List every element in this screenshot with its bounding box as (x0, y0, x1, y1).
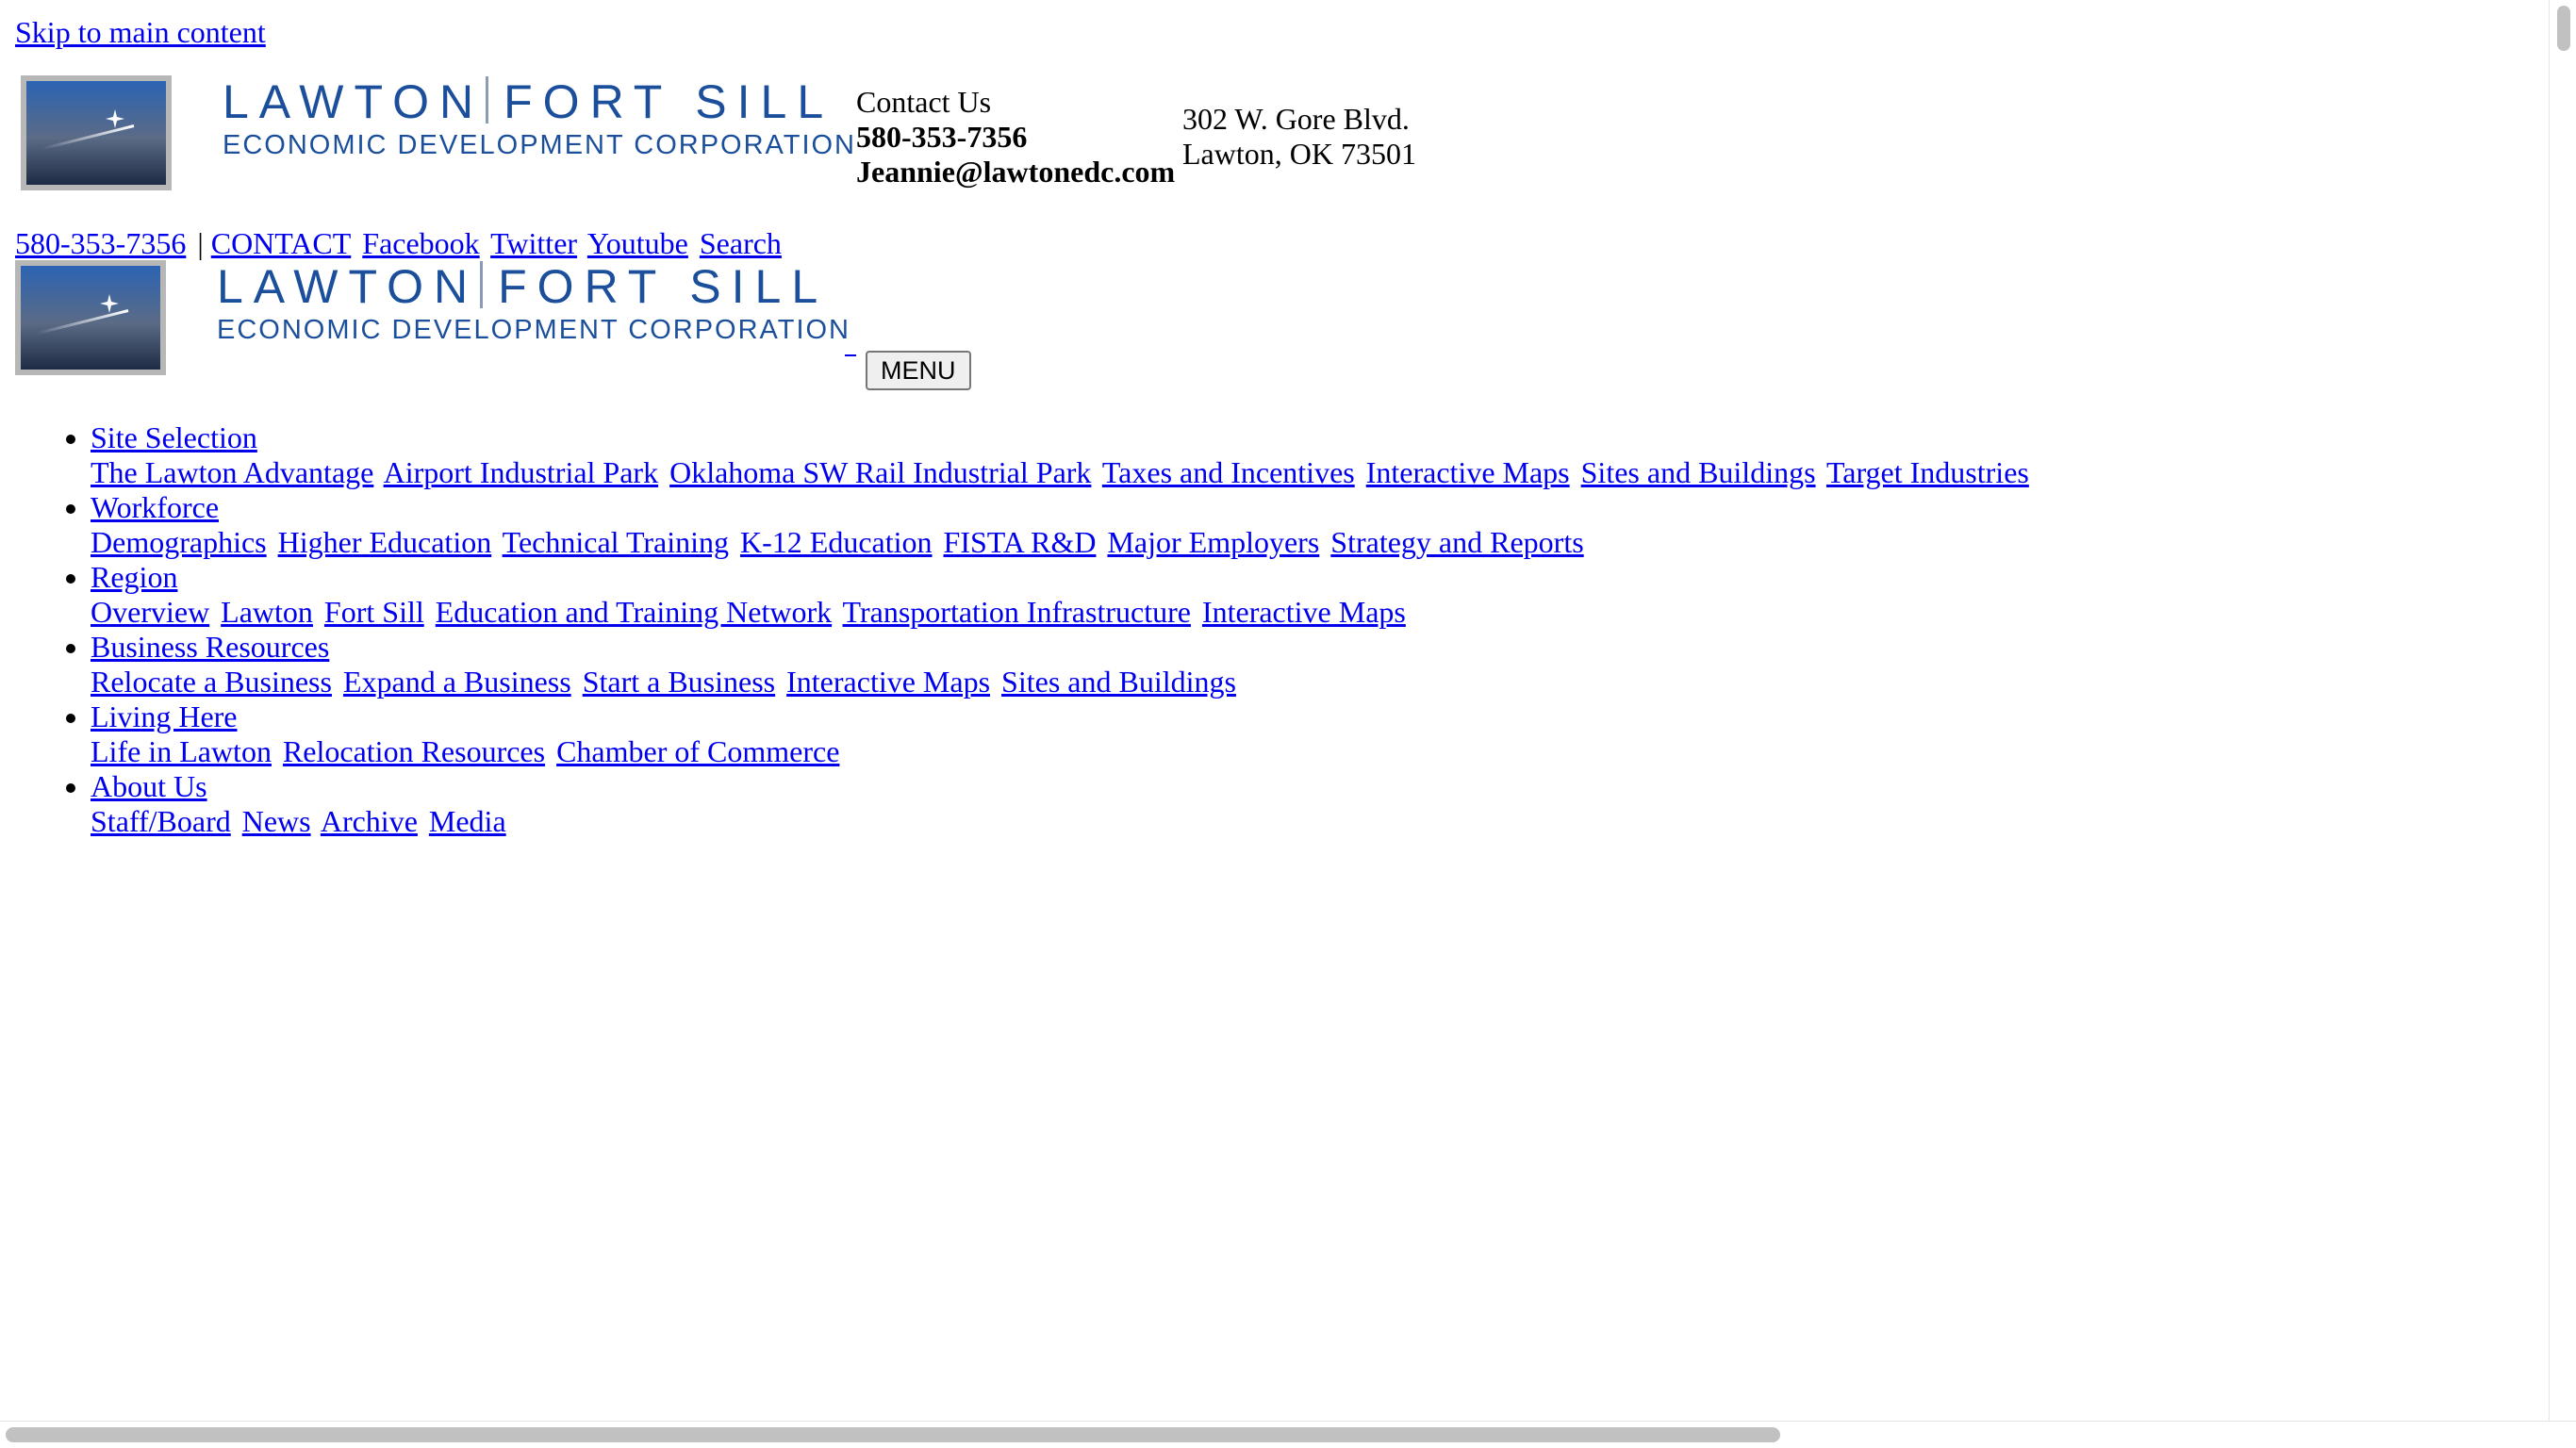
utility-contact-link[interactable]: CONTACT (211, 226, 352, 260)
submenu-link[interactable]: Interactive Maps (1366, 455, 1570, 489)
submenu-link[interactable]: Lawton (221, 595, 313, 629)
nav-item-region: Region Overview Lawton Fort Sill Educati… (66, 560, 2033, 630)
logo-text-fort-sill: FORT SILL (498, 260, 829, 313)
submenu-link[interactable]: Transportation Infrastructure (843, 595, 1191, 629)
submenu-link[interactable]: Interactive Maps (1202, 595, 1406, 629)
horizontal-scrollbar[interactable] (0, 1421, 2576, 1448)
address-block: 302 W. Gore Blvd. Lawton, OK 73501 (1182, 102, 1416, 172)
nav-item-business-resources: Business Resources Relocate a Business E… (66, 630, 2033, 699)
nav-logo[interactable]: LAWTON FORT SILL ECONOMIC DEVELOPMENT COR… (15, 260, 850, 375)
submenu-link[interactable]: Strategy and Reports (1330, 525, 1583, 559)
address-line-2: Lawton, OK 73501 (1182, 137, 1416, 171)
nav-link-workforce[interactable]: Workforce (91, 490, 219, 524)
twitter-link[interactable]: Twitter (490, 226, 577, 260)
submenu-link[interactable]: Demographics (91, 525, 267, 559)
nav-link-business-resources[interactable]: Business Resources (91, 630, 329, 664)
star-logo-icon (21, 75, 172, 190)
star-logo-icon (15, 260, 166, 375)
submenu-link[interactable]: Expand a Business (343, 665, 571, 699)
nav-link-about-us[interactable]: About Us (91, 769, 207, 803)
submenu-link[interactable]: Education and Training Network (436, 595, 832, 629)
utility-bar: 580-353-7356 | CONTACT Facebook Twitter … (15, 226, 785, 261)
address-line-1: 302 W. Gore Blvd. (1182, 102, 1410, 136)
logo-wordmark: LAWTON FORT SILL ECONOMIC DEVELOPMENT COR… (217, 260, 850, 347)
logo-text-edc: ECONOMIC DEVELOPMENT CORPORATION (217, 315, 850, 345)
submenu-link[interactable]: The Lawton Advantage (91, 455, 373, 489)
submenu-link[interactable]: Media (429, 804, 506, 838)
facebook-link[interactable]: Facebook (362, 226, 479, 260)
submenu-link[interactable]: Taxes and Incentives (1102, 455, 1355, 489)
submenu-living-here: Life in Lawton Relocation Resources Cham… (91, 734, 2033, 769)
submenu-link[interactable]: Sites and Buildings (1001, 665, 1236, 699)
contact-email: Jeannie@lawtonedc.com (856, 155, 1176, 189)
submenu-region: Overview Lawton Fort Sill Education and … (91, 595, 2033, 630)
nav-item-workforce: Workforce Demographics Higher Education … (66, 490, 2033, 560)
utility-phone-link[interactable]: 580-353-7356 (15, 226, 186, 260)
submenu-link[interactable]: Oklahoma SW Rail Industrial Park (669, 455, 1091, 489)
utility-separator: | (197, 226, 204, 260)
submenu-link[interactable]: K-12 Education (740, 525, 933, 559)
submenu-link[interactable]: Chamber of Commerce (556, 734, 839, 768)
submenu-link[interactable]: Life in Lawton (91, 734, 272, 768)
main-navigation: Site Selection The Lawton Advantage Airp… (15, 420, 2033, 839)
youtube-link[interactable]: Youtube (587, 226, 688, 260)
horizontal-scrollbar-thumb[interactable] (6, 1427, 1780, 1442)
submenu-link[interactable]: Higher Education (278, 525, 492, 559)
submenu-link[interactable]: Relocate a Business (91, 665, 332, 699)
submenu-link[interactable]: Relocation Resources (283, 734, 545, 768)
logo-text-lawton: LAWTON (217, 260, 479, 313)
logo-text-fort-sill: FORT SILL (504, 75, 834, 128)
submenu-business-resources: Relocate a Business Expand a Business St… (91, 665, 2033, 699)
nav-link-site-selection[interactable]: Site Selection (91, 420, 257, 454)
nav-item-about-us: About Us Staff/Board News Archive Media (66, 769, 2033, 839)
nav-link-region[interactable]: Region (91, 560, 177, 594)
logo-text-lawton: LAWTON (223, 75, 485, 128)
submenu-link[interactable]: Start a Business (583, 665, 775, 699)
submenu-link[interactable]: Major Employers (1107, 525, 1319, 559)
submenu-link[interactable]: Sites and Buildings (1581, 455, 1816, 489)
logo-wordmark: LAWTON FORT SILL ECONOMIC DEVELOPMENT COR… (223, 75, 856, 162)
submenu-link[interactable]: Interactive Maps (786, 665, 990, 699)
submenu-workforce: Demographics Higher Education Technical … (91, 525, 2033, 560)
submenu-link[interactable]: Fort Sill (324, 595, 424, 629)
vertical-scrollbar[interactable] (2549, 0, 2576, 1422)
submenu-link[interactable]: Staff/Board (91, 804, 231, 838)
logo-text-edc: ECONOMIC DEVELOPMENT CORPORATION (223, 130, 856, 160)
vertical-scrollbar-thumb[interactable] (2557, 6, 2570, 51)
header-logo[interactable]: LAWTON FORT SILL ECONOMIC DEVELOPMENT COR… (21, 75, 856, 190)
contact-phone: 580-353-7356 (856, 120, 1028, 154)
contact-block: Contact Us 580-353-7356 Jeannie@lawtoned… (856, 85, 1175, 189)
nav-item-living-here: Living Here Life in Lawton Relocation Re… (66, 699, 2033, 769)
contact-heading: Contact Us (856, 85, 992, 119)
submenu-site-selection: The Lawton Advantage Airport Industrial … (91, 455, 2033, 490)
submenu-link[interactable]: Technical Training (503, 525, 729, 559)
menu-button[interactable]: MENU (866, 351, 971, 390)
submenu-link[interactable]: Overview (91, 595, 209, 629)
search-link[interactable]: Search (700, 226, 782, 260)
submenu-link[interactable]: Airport Industrial Park (384, 455, 659, 489)
submenu-about-us: Staff/Board News Archive Media (91, 804, 2033, 839)
submenu-link[interactable]: Target Industries (1826, 455, 2029, 489)
nav-item-site-selection: Site Selection The Lawton Advantage Airp… (66, 420, 2033, 490)
skip-to-main-content-link[interactable]: Skip to main content (15, 15, 266, 50)
nav-link-living-here[interactable]: Living Here (91, 699, 238, 733)
submenu-link[interactable]: News (242, 804, 311, 838)
submenu-link[interactable]: Archive (321, 804, 418, 838)
submenu-link[interactable]: FISTA R&D (944, 525, 1097, 559)
logo-link-underline (845, 354, 856, 356)
